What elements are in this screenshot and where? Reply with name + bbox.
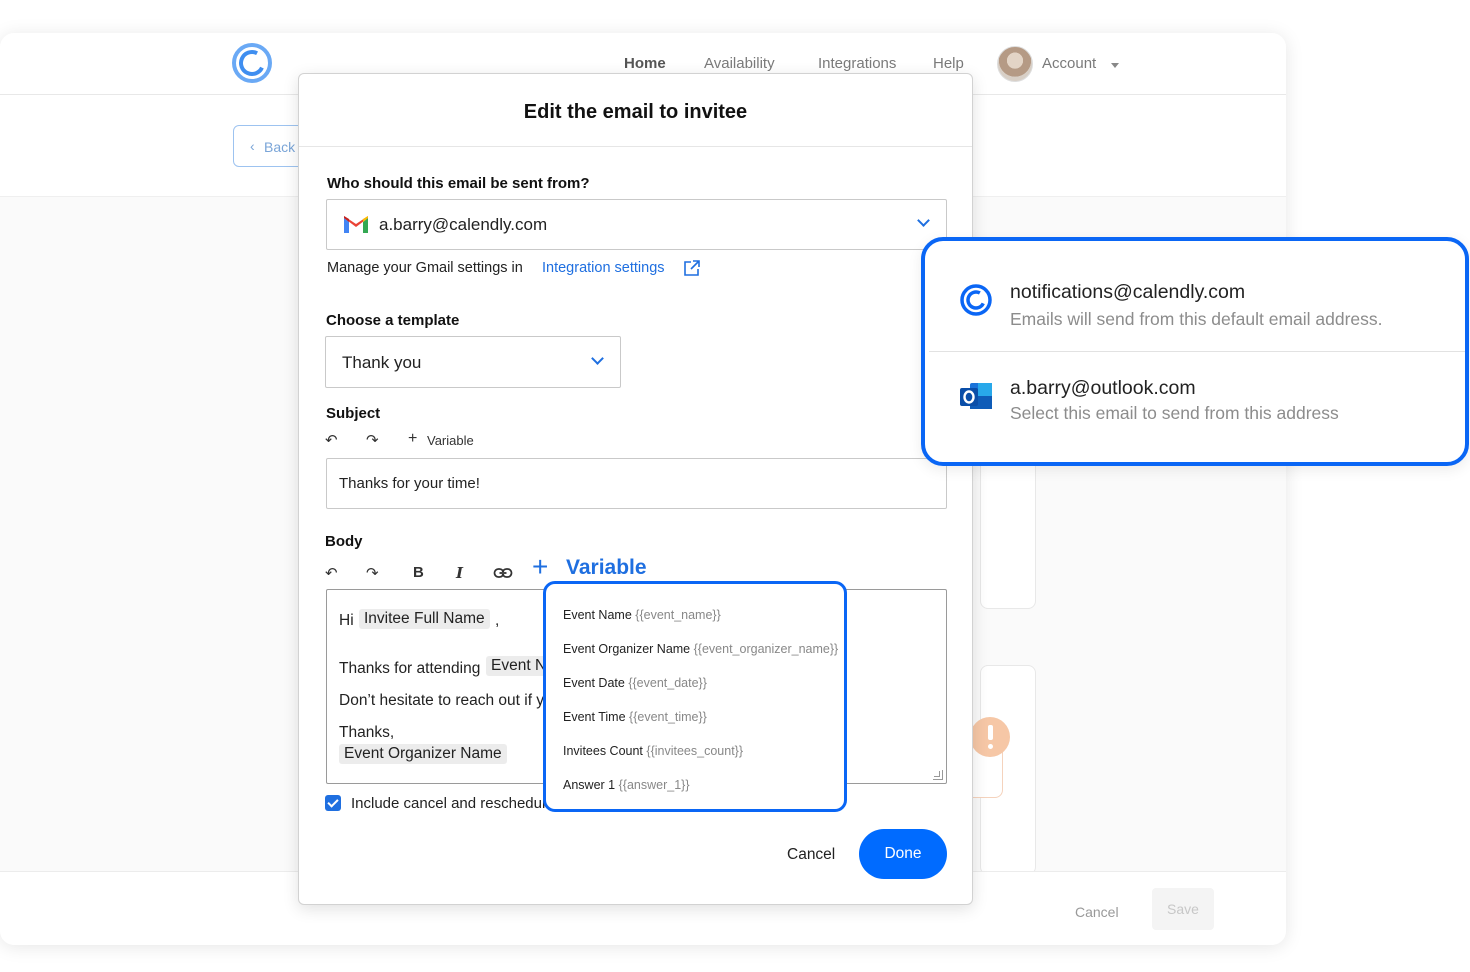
from-value: a.barry@calendly.com	[379, 215, 548, 234]
body-signoff: Thanks,	[339, 724, 395, 741]
variable-pill[interactable]: Invitee Full Name	[359, 609, 490, 629]
subject-input[interactable]: Thanks for your time!	[326, 458, 947, 509]
template-label: Choose a template	[326, 312, 460, 329]
variable-pill[interactable]: Event Organizer Name	[339, 744, 507, 764]
variable-option[interactable]: Event Time {{event_time}}	[563, 710, 707, 724]
bold-icon[interactable]: B	[413, 564, 424, 581]
external-link-icon[interactable]	[683, 259, 701, 277]
integration-settings-link[interactable]: Integration settings	[542, 260, 665, 276]
body-thanks-line: Thanks for attending	[339, 660, 481, 677]
variable-option[interactable]: Answer 1 {{answer_1}}	[563, 778, 690, 792]
subject-variable-button[interactable]: Variable	[427, 433, 474, 448]
footer-cancel-button[interactable]: Cancel	[1075, 904, 1119, 920]
email-option-outlook[interactable]: a.barry@outlook.com Select this email to…	[925, 352, 1465, 462]
nav-help[interactable]: Help	[933, 55, 964, 72]
undo-icon[interactable]: ↶	[325, 564, 338, 582]
resize-handle[interactable]	[933, 770, 943, 780]
email-option-description: Select this email to send from this addr…	[1010, 403, 1339, 423]
undo-icon[interactable]: ↶	[325, 431, 338, 449]
variable-pill[interactable]: Event N	[486, 656, 552, 676]
variable-dropdown: Event Name {{event_name}} Event Organize…	[543, 581, 847, 812]
chevron-left-icon: ‹	[250, 138, 255, 154]
gmail-help-text: Manage your Gmail settings in	[327, 260, 523, 276]
body-variable-button[interactable]: Variable	[566, 556, 647, 580]
footer-save-button[interactable]: Save	[1152, 888, 1214, 930]
variable-option[interactable]: Event Name {{event_name}}	[563, 608, 721, 622]
from-select[interactable]: a.barry@calendly.com	[326, 199, 947, 250]
plus-icon[interactable]: +	[532, 553, 548, 581]
chevron-down-icon[interactable]	[1111, 63, 1119, 68]
chevron-down-icon	[917, 214, 930, 227]
nav-account[interactable]: Account	[1042, 55, 1096, 72]
modal-title: Edit the email to invitee	[523, 101, 748, 123]
outlook-icon	[960, 383, 992, 409]
italic-icon[interactable]: I	[456, 564, 463, 582]
body-comma: ,	[495, 612, 500, 629]
avatar[interactable]	[997, 46, 1033, 82]
nav-home[interactable]: Home	[624, 55, 666, 72]
from-label: Who should this email be sent from?	[327, 175, 590, 192]
email-option-address: a.barry@outlook.com	[1010, 377, 1196, 399]
body-label: Body	[325, 533, 363, 550]
email-option-address: notifications@calendly.com	[1010, 281, 1246, 303]
email-option-description: Emails will send from this default email…	[1010, 309, 1383, 329]
include-links-checkbox[interactable]	[325, 795, 341, 811]
variable-option[interactable]: Invitees Count {{invitees_count}}	[563, 744, 743, 758]
subject-label: Subject	[326, 405, 381, 422]
variable-option[interactable]: Event Date {{event_date}}	[563, 676, 707, 690]
body-reach-line: Don’t hesitate to reach out if y	[339, 692, 545, 709]
nav-availability[interactable]: Availability	[704, 55, 775, 72]
nav-integrations[interactable]: Integrations	[818, 55, 896, 72]
cancel-button[interactable]: Cancel	[787, 846, 835, 864]
divider	[299, 146, 972, 147]
template-value: Thank you	[342, 353, 422, 372]
back-label: Back	[264, 139, 296, 155]
plus-icon[interactable]: +	[408, 430, 417, 448]
done-button[interactable]: Done	[859, 829, 947, 879]
email-option-calendly[interactable]: notifications@calendly.com Emails will s…	[925, 241, 1465, 351]
include-links-label[interactable]: Include cancel and reschedule	[351, 795, 546, 812]
link-icon[interactable]	[493, 566, 513, 580]
chevron-down-icon	[591, 352, 604, 365]
template-select[interactable]: Thank you	[325, 336, 621, 388]
email-options-popup: notifications@calendly.com Emails will s…	[921, 237, 1469, 466]
calendly-icon	[960, 284, 992, 316]
calendly-logo-icon[interactable]	[232, 43, 272, 83]
warning-icon	[970, 717, 1010, 757]
body-greeting: Hi	[339, 612, 354, 629]
gmail-icon	[344, 216, 368, 233]
redo-icon[interactable]: ↷	[366, 431, 379, 449]
redo-icon[interactable]: ↷	[366, 564, 379, 582]
variable-option[interactable]: Event Organizer Name {{event_organizer_n…	[563, 642, 838, 656]
